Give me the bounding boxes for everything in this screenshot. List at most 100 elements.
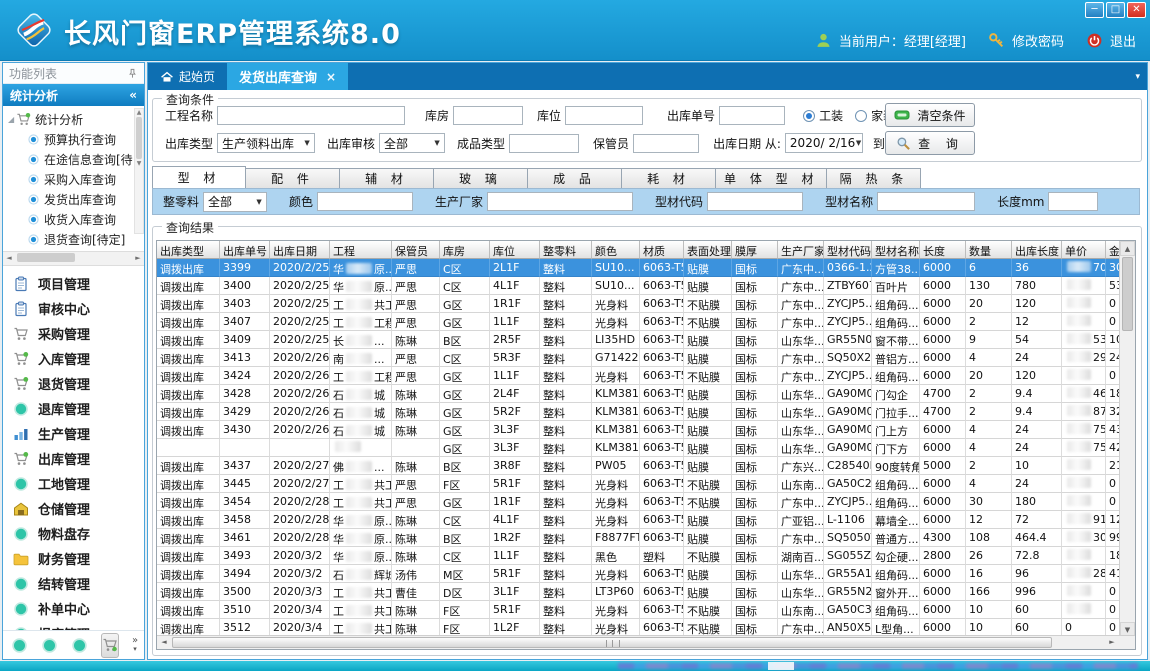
tree-horizontal-scrollbar[interactable]: ◄ ► — [3, 251, 144, 266]
column-header[interactable]: 单价 — [1062, 241, 1106, 259]
material-tab[interactable]: 成 品 — [528, 168, 622, 189]
grid-vertical-scrollbar[interactable]: ▲ ▼ — [1119, 241, 1135, 637]
audit-select[interactable]: 全部 ▼ — [379, 133, 445, 153]
column-header[interactable]: 出库类型 — [157, 241, 220, 259]
sidebar-module-item[interactable]: 退库管理 — [3, 396, 144, 421]
column-header[interactable]: 颜色 — [592, 241, 640, 259]
grid-horizontal-scrollbar[interactable]: ◄ ► — [157, 635, 1135, 649]
grid-row[interactable]: 调拨出库33992020/2/25华原...严思C区2L1F整料SU10...6… — [157, 259, 1135, 277]
column-header[interactable]: 保管员 — [392, 241, 440, 259]
column-header[interactable]: 出库长度 — [1012, 241, 1062, 259]
sidebar-module-item[interactable]: 生产管理 — [3, 421, 144, 446]
material-tab[interactable]: 配 件 — [246, 168, 340, 189]
pin-icon[interactable] — [127, 68, 138, 79]
material-tab[interactable]: 隔 热 条 — [827, 168, 921, 189]
tree-item[interactable]: 采购入库查询 — [3, 169, 144, 189]
column-header[interactable]: 数量 — [966, 241, 1012, 259]
sidebar-module-item[interactable]: 财务管理 — [3, 546, 144, 571]
sidebar-more-button[interactable]: »▾ — [132, 637, 138, 653]
sidebar-module-item[interactable]: 退货管理 — [3, 371, 144, 396]
sidebar-module-item[interactable]: 入库管理 — [3, 346, 144, 371]
radio-home-install[interactable] — [855, 110, 867, 122]
footer-cart-button[interactable] — [101, 633, 119, 658]
grid-row[interactable]: 调拨出库34582020/2/28华原...陈琳C区4L1F整料光身料6063-… — [157, 511, 1135, 529]
color-input[interactable] — [317, 192, 413, 211]
sidebar-module-item[interactable]: 工地管理 — [3, 471, 144, 496]
column-header[interactable]: 生产厂家 — [778, 241, 824, 259]
tree-item[interactable]: 收货入库查询 — [3, 209, 144, 229]
maker-input[interactable] — [487, 192, 633, 211]
grid-row[interactable]: 调拨出库34002020/2/25华原...严思C区4L1F整料SU10...6… — [157, 277, 1135, 295]
grid-row[interactable]: 调拨出库34282020/2/26石城陈琳G区2L4F整料KLM38176063… — [157, 385, 1135, 403]
scroll-right-icon[interactable]: ► — [1105, 636, 1119, 649]
profile-code-input[interactable] — [707, 192, 803, 211]
grid-row[interactable]: 调拨出库34242020/2/26工工程严思G区1L1F整料光身料6063-T5… — [157, 367, 1135, 385]
tree-expander-icon[interactable]: ◢ — [8, 115, 14, 124]
grid-row[interactable]: 调拨出库34542020/2/28工共工程严思G区1R1F整料光身料6063-T… — [157, 493, 1135, 511]
warehouse-input[interactable] — [453, 106, 523, 125]
product-type-input[interactable] — [509, 134, 579, 153]
column-header[interactable]: 出库日期 — [270, 241, 330, 259]
column-header[interactable]: 表面处理 — [684, 241, 732, 259]
grid-row[interactable]: 调拨出库34132020/2/26南...严思C区5R3F整料G71422606… — [157, 349, 1135, 367]
column-header[interactable]: 膜厚 — [732, 241, 778, 259]
grid-row[interactable]: 调拨出库34072020/2/25工工程严思G区1L1F整料光身料6063-T5… — [157, 313, 1135, 331]
sidebar-module-item[interactable]: 补单中心 — [3, 596, 144, 621]
scroll-up-icon[interactable]: ▲ — [1120, 241, 1135, 256]
location-input[interactable] — [565, 106, 643, 125]
material-tab[interactable]: 单 体 型 材 — [716, 168, 827, 189]
scroll-thumb[interactable] — [1122, 257, 1133, 331]
minimize-button[interactable]: ─ — [1085, 2, 1104, 18]
sidebar-module-item[interactable]: 报废管理 — [3, 621, 144, 630]
clear-conditions-button[interactable]: 清空条件 — [885, 103, 975, 127]
tab-close-icon[interactable]: × — [326, 70, 336, 84]
maximize-button[interactable]: □ — [1106, 2, 1125, 18]
logout-link[interactable]: 退出 — [1110, 31, 1136, 50]
column-header[interactable]: 库房 — [440, 241, 490, 259]
column-header[interactable]: 长度 — [920, 241, 966, 259]
sidebar-group-header[interactable]: 统计分析 « — [3, 84, 144, 106]
column-header[interactable]: 型材代码 — [824, 241, 872, 259]
part-select[interactable]: 全部 ▼ — [203, 192, 267, 212]
sidebar-module-item[interactable]: 物料盘存 — [3, 521, 144, 546]
grid-row[interactable]: 调拨出库34292020/2/26石城陈琳G区5R2F整料KLM38176063… — [157, 403, 1135, 421]
profile-name-input[interactable] — [877, 192, 975, 211]
grid-row[interactable]: 调拨出库34092020/2/25长...陈琳B区2R5F整料LI35HD606… — [157, 331, 1135, 349]
out-type-select[interactable]: 生产领料出库 ▼ — [217, 133, 315, 153]
grid-row[interactable]: 调拨出库34302020/2/26石城陈琳G区3L3F整料KLM38176063… — [157, 421, 1135, 439]
grid-row[interactable]: 调拨出库34032020/2/25工共工程严思G区1R1F整料光身料6063-T… — [157, 295, 1135, 313]
material-tab[interactable]: 耗 材 — [622, 168, 716, 189]
column-header[interactable]: 材质 — [640, 241, 684, 259]
grid-row[interactable]: 调拨出库34612020/2/28华原...陈琳B区1R2F整料F8877FT6… — [157, 529, 1135, 547]
grid-row[interactable]: 调拨出库35102020/3/4工共工程陈琳F区5R1F整料光身料6063-T5… — [157, 601, 1135, 619]
tree-item[interactable]: 退货查询[待定] — [3, 229, 144, 249]
collapse-icon[interactable]: « — [129, 88, 137, 102]
column-header[interactable]: 型材名称 — [872, 241, 920, 259]
column-header[interactable]: 出库单号 — [220, 241, 270, 259]
change-password-link[interactable]: 修改密码 — [1012, 31, 1064, 50]
tree-root-item[interactable]: ◢统计分析 — [3, 109, 144, 129]
tab-shipping-query[interactable]: 发货出库查询 × — [227, 63, 348, 90]
project-name-input[interactable] — [217, 106, 405, 125]
tab-home[interactable]: 起始页 — [148, 63, 227, 90]
grid-row[interactable]: 调拨出库35002020/3/3工共工程曹佳D区3L1F整料LT3P606063… — [157, 583, 1135, 601]
tree-item[interactable]: 预算执行查询 — [3, 129, 144, 149]
grid-row[interactable]: G区3L3F整料KLM38176063-T5贴膜国标山东华...GA90M09.… — [157, 439, 1135, 457]
sidebar-module-item[interactable]: 采购管理 — [3, 321, 144, 346]
tree-vertical-scrollbar[interactable]: ▲▼ — [134, 108, 144, 234]
material-tab[interactable]: 玻 璃 — [434, 168, 528, 189]
scroll-left-icon[interactable]: ◄ — [157, 636, 171, 649]
search-button[interactable]: 查 询 — [885, 131, 975, 155]
radio-work-install[interactable] — [803, 110, 815, 122]
sidebar-module-item[interactable]: 结转管理 — [3, 571, 144, 596]
grid-row[interactable]: 调拨出库34932020/3/2华原...陈琳C区1L1F整料黑色塑料不贴膜国标… — [157, 547, 1135, 565]
sidebar-module-item[interactable]: 仓储管理 — [3, 496, 144, 521]
material-tab[interactable]: 型 材 — [152, 166, 246, 189]
grid-row[interactable]: 调拨出库34372020/2/27佛...陈琳B区3R8F整料PW056063-… — [157, 457, 1135, 475]
sidebar-module-item[interactable]: 出库管理 — [3, 446, 144, 471]
keeper-input[interactable] — [633, 134, 699, 153]
order-no-input[interactable] — [719, 106, 785, 125]
sidebar-module-item[interactable]: 项目管理 — [3, 271, 144, 296]
grid-row[interactable]: 调拨出库34452020/2/27工共工程严思F区5R1F整料光身料6063-T… — [157, 475, 1135, 493]
tree-item[interactable]: 在途信息查询[待 — [3, 149, 144, 169]
